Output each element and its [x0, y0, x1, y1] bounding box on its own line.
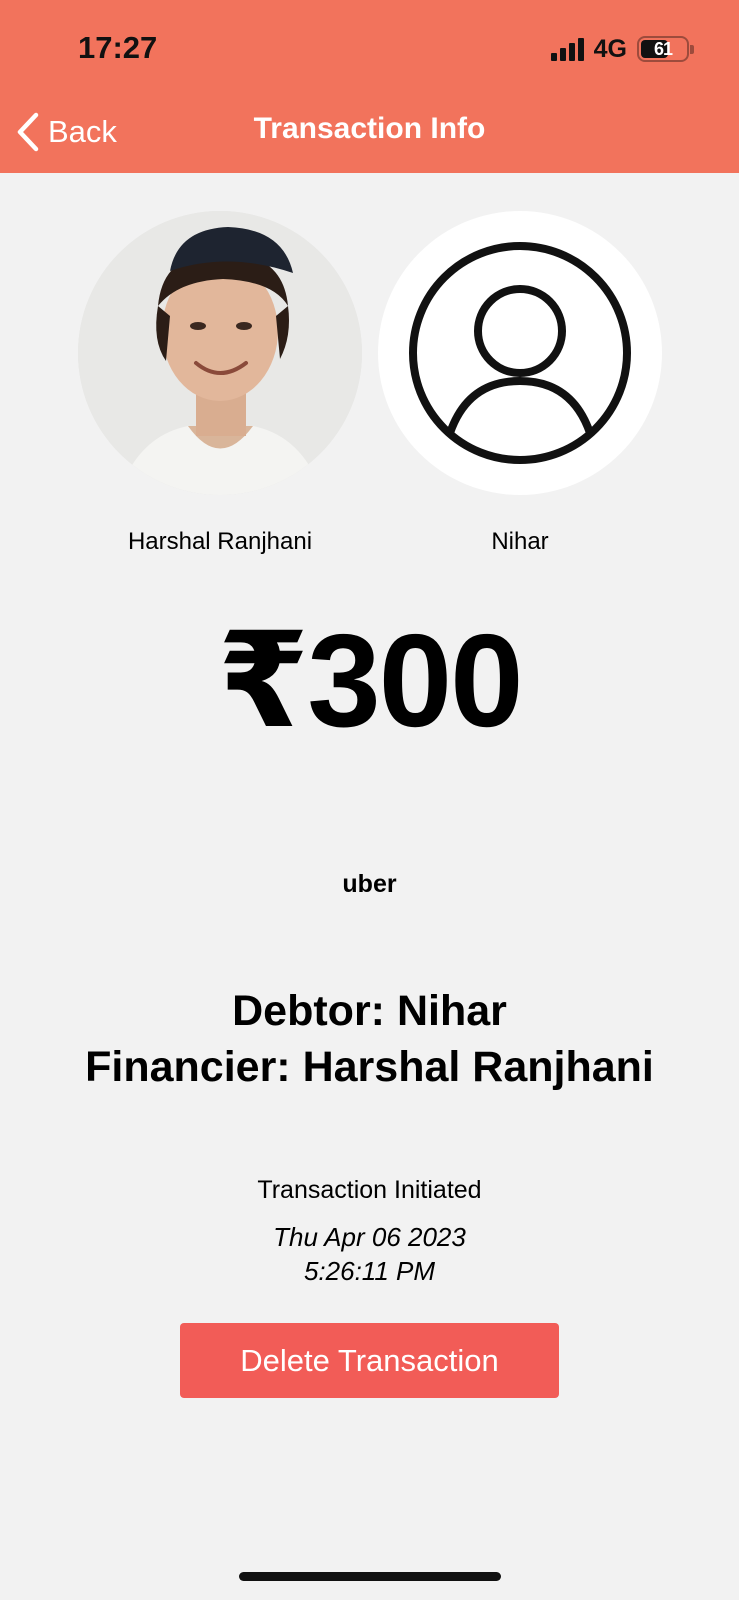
- delete-transaction-button[interactable]: Delete Transaction: [180, 1323, 559, 1398]
- initiated-date: Thu Apr 06 2023: [273, 1222, 466, 1252]
- page-title: Transaction Info: [253, 112, 486, 145]
- parties-summary: Debtor: Nihar Financier: Harshal Ranjhan…: [0, 984, 739, 1096]
- header-bar: 17:27 4G 61 Back Transaction Info: [0, 0, 739, 173]
- status-indicators: 4G 61: [550, 34, 694, 64]
- user-icon: [409, 242, 631, 464]
- financier-line: Financier: Harshal Ranjhani: [85, 1042, 654, 1091]
- transaction-info-screen: 17:27 4G 61 Back Transaction Info Harsha…: [0, 0, 739, 1600]
- financier-name: Harshal Ranjhani: [127, 528, 313, 555]
- debtor-name: Nihar: [491, 528, 549, 555]
- transaction-description: uber: [342, 870, 397, 898]
- home-indicator[interactable]: [239, 1572, 501, 1581]
- transaction-amount: ₹300: [217, 607, 523, 754]
- signal-icon: [550, 37, 584, 61]
- user-photo-avatar: [78, 211, 362, 495]
- initiated-time: 5:26:11 PM: [303, 1256, 436, 1286]
- network-type: 4G: [593, 34, 627, 63]
- status-time: 17:27: [78, 30, 158, 65]
- initiated-label: Transaction Initiated: [257, 1176, 482, 1204]
- debtor-line: Debtor: Nihar: [232, 987, 507, 1035]
- battery-icon: 61: [637, 36, 694, 62]
- battery-level: 61: [653, 38, 673, 59]
- default-user-avatar: [378, 211, 662, 495]
